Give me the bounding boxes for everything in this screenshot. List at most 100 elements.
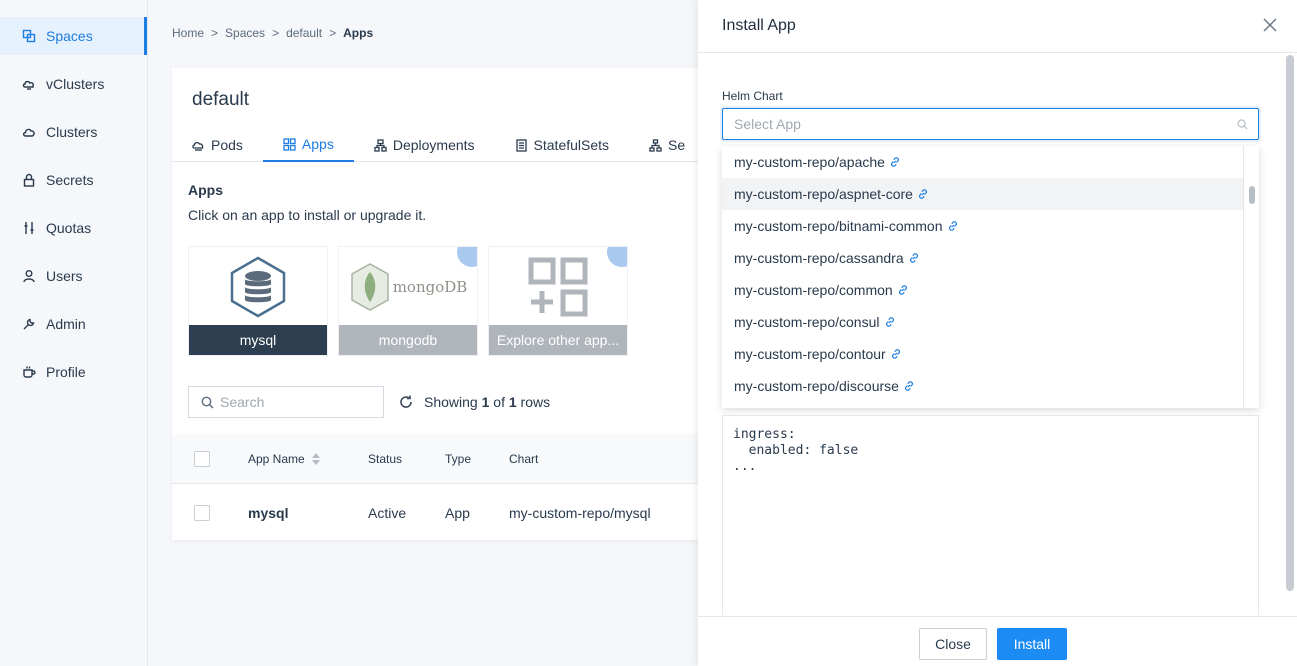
- install-button[interactable]: Install: [997, 628, 1067, 660]
- drawer-scrollbar[interactable]: [1286, 55, 1294, 595]
- helm-chart-input[interactable]: [734, 116, 1214, 132]
- sidebar-item-label: Admin: [46, 316, 86, 332]
- dropdown-scrollbar[interactable]: [1243, 146, 1259, 408]
- select-all-checkbox[interactable]: [194, 450, 210, 467]
- cloud-icon: [22, 125, 36, 139]
- helm-chart-label: Helm Chart: [722, 89, 783, 103]
- tab-statefulsets[interactable]: StatefulSets: [495, 128, 630, 162]
- app-tile-explore[interactable]: Explore other app...: [488, 246, 628, 356]
- pod-icon: [192, 139, 205, 152]
- link-icon: [909, 253, 918, 263]
- sidebar-item-users[interactable]: Users: [0, 257, 147, 295]
- dropdown-option[interactable]: my-custom-repo/apache: [722, 146, 1259, 178]
- row-checkbox[interactable]: [194, 504, 210, 521]
- app-tile-label: Explore other app...: [489, 325, 627, 355]
- row-count-from: 1: [481, 394, 490, 410]
- drawer-footer: Close Install: [698, 616, 1297, 666]
- refresh-icon[interactable]: [398, 394, 414, 410]
- sort-icon[interactable]: [311, 452, 320, 465]
- dropdown-option[interactable]: my-custom-repo/discourse: [722, 370, 1259, 402]
- tab-label: StatefulSets: [533, 137, 610, 153]
- dropdown-option[interactable]: my-custom-repo/contour: [722, 338, 1259, 370]
- table-row: mysql Active App my-custom-repo/mysql: [172, 485, 732, 540]
- sidebar-item-spaces[interactable]: Spaces: [0, 17, 147, 55]
- drawer-scroll-thumb[interactable]: [1286, 55, 1294, 591]
- close-icon[interactable]: [1263, 18, 1277, 32]
- select-all-cell: [194, 434, 210, 483]
- row-count-total: 1: [508, 394, 517, 410]
- sidebar-item-secrets[interactable]: Secrets: [0, 161, 147, 199]
- database-icon: [189, 247, 327, 327]
- dropdown-option[interactable]: my-custom-repo/cassandra: [722, 242, 1259, 274]
- sidebar-item-admin[interactable]: Admin: [0, 305, 147, 343]
- app-tiles: mysql mongoDB mongodb Explore other app.…: [188, 246, 628, 356]
- tab-apps[interactable]: Apps: [262, 128, 354, 162]
- search-field: [188, 386, 384, 418]
- app-tile-mongodb[interactable]: mongoDB mongodb: [338, 246, 478, 356]
- sidebar-item-vclusters[interactable]: vClusters: [0, 65, 147, 103]
- link-icon: [918, 189, 927, 199]
- app-tile-mysql[interactable]: mysql: [188, 246, 328, 356]
- column-header-status: Status: [368, 451, 403, 466]
- column-header-type: Type: [445, 451, 472, 466]
- tab-label: Pods: [211, 137, 243, 153]
- sidebar-item-label: Secrets: [46, 172, 94, 188]
- dropdown-option[interactable]: my-custom-repo/aspnet-core: [722, 178, 1259, 210]
- dropdown-option[interactable]: my-custom-repo/consul: [722, 306, 1259, 338]
- link-icon: [898, 285, 907, 295]
- link-icon: [890, 157, 899, 167]
- helm-chart-dropdown: my-custom-repo/apache my-custom-repo/asp…: [722, 146, 1259, 408]
- sidebar-item-quotas[interactable]: Quotas: [0, 209, 147, 247]
- option-label: my-custom-repo/cassandra: [734, 250, 904, 266]
- mongodb-logo: mongoDB: [339, 247, 477, 327]
- dropdown-scroll-thumb[interactable]: [1249, 186, 1255, 204]
- column-header-label: App Name: [248, 451, 305, 466]
- tab-pods[interactable]: Pods: [172, 128, 263, 162]
- link-icon: [948, 221, 957, 231]
- row-count-suffix: rows: [520, 394, 551, 410]
- sidebar-item-profile[interactable]: Profile: [0, 353, 147, 391]
- explore-apps-icon: [489, 247, 627, 327]
- values-editor[interactable]: ingress: enabled: false ...: [722, 415, 1259, 615]
- dropdown-option[interactable]: my-custom-repo/common: [722, 274, 1259, 306]
- tab-bar: Pods Apps Deployments StatefulSets Se: [172, 128, 732, 162]
- sidebar-item-label: Clusters: [46, 124, 98, 140]
- breadcrumb-space[interactable]: default: [286, 26, 322, 40]
- drawer-header: Install App: [698, 0, 1297, 53]
- helm-chart-select[interactable]: [722, 108, 1259, 140]
- search-input[interactable]: [220, 394, 370, 410]
- app-status: Active: [368, 504, 407, 521]
- vclusters-icon: [22, 77, 36, 91]
- breadcrumb-home[interactable]: Home: [172, 26, 204, 40]
- app-chart: my-custom-repo/mysql: [509, 504, 651, 521]
- cup-icon: [22, 365, 36, 379]
- column-header-app-name[interactable]: App Name: [248, 434, 320, 483]
- space-card: default Pods Apps Deployments StatefulSe…: [172, 68, 732, 540]
- option-label: my-custom-repo/consul: [734, 314, 880, 330]
- apps-icon: [283, 137, 296, 151]
- option-label: my-custom-repo/bitnami-common: [734, 218, 943, 234]
- sidebar-item-clusters[interactable]: Clusters: [0, 113, 147, 151]
- breadcrumb-separator: >: [329, 26, 337, 40]
- tab-deployments[interactable]: Deployments: [354, 128, 495, 162]
- dropdown-option[interactable]: my-custom-repo/bitnami-common: [722, 210, 1259, 242]
- link-icon: [885, 317, 894, 327]
- option-label: my-custom-repo/discourse: [734, 378, 899, 394]
- row-select-cell: [194, 485, 210, 540]
- sidebar-item-label: Profile: [46, 364, 86, 380]
- tab-services[interactable]: Se: [629, 128, 705, 162]
- statefulsets-icon: [515, 138, 528, 152]
- option-label: my-custom-repo/common: [734, 282, 893, 298]
- install-app-drawer: Install App Helm Chart my-custom-repo/ap…: [698, 0, 1297, 666]
- app-type: App: [445, 504, 470, 521]
- option-label: my-custom-repo/aspnet-core: [734, 186, 913, 202]
- user-icon: [22, 269, 36, 283]
- app-name-link[interactable]: mysql: [248, 485, 288, 540]
- close-button[interactable]: Close: [919, 628, 987, 660]
- tab-label: Deployments: [392, 137, 475, 153]
- breadcrumb-spaces[interactable]: Spaces: [225, 26, 265, 40]
- table-header: App Name Status Type Chart: [172, 434, 732, 484]
- breadcrumb-current: Apps: [343, 26, 374, 40]
- breadcrumb-separator: >: [211, 26, 219, 40]
- lock-icon: [22, 173, 36, 187]
